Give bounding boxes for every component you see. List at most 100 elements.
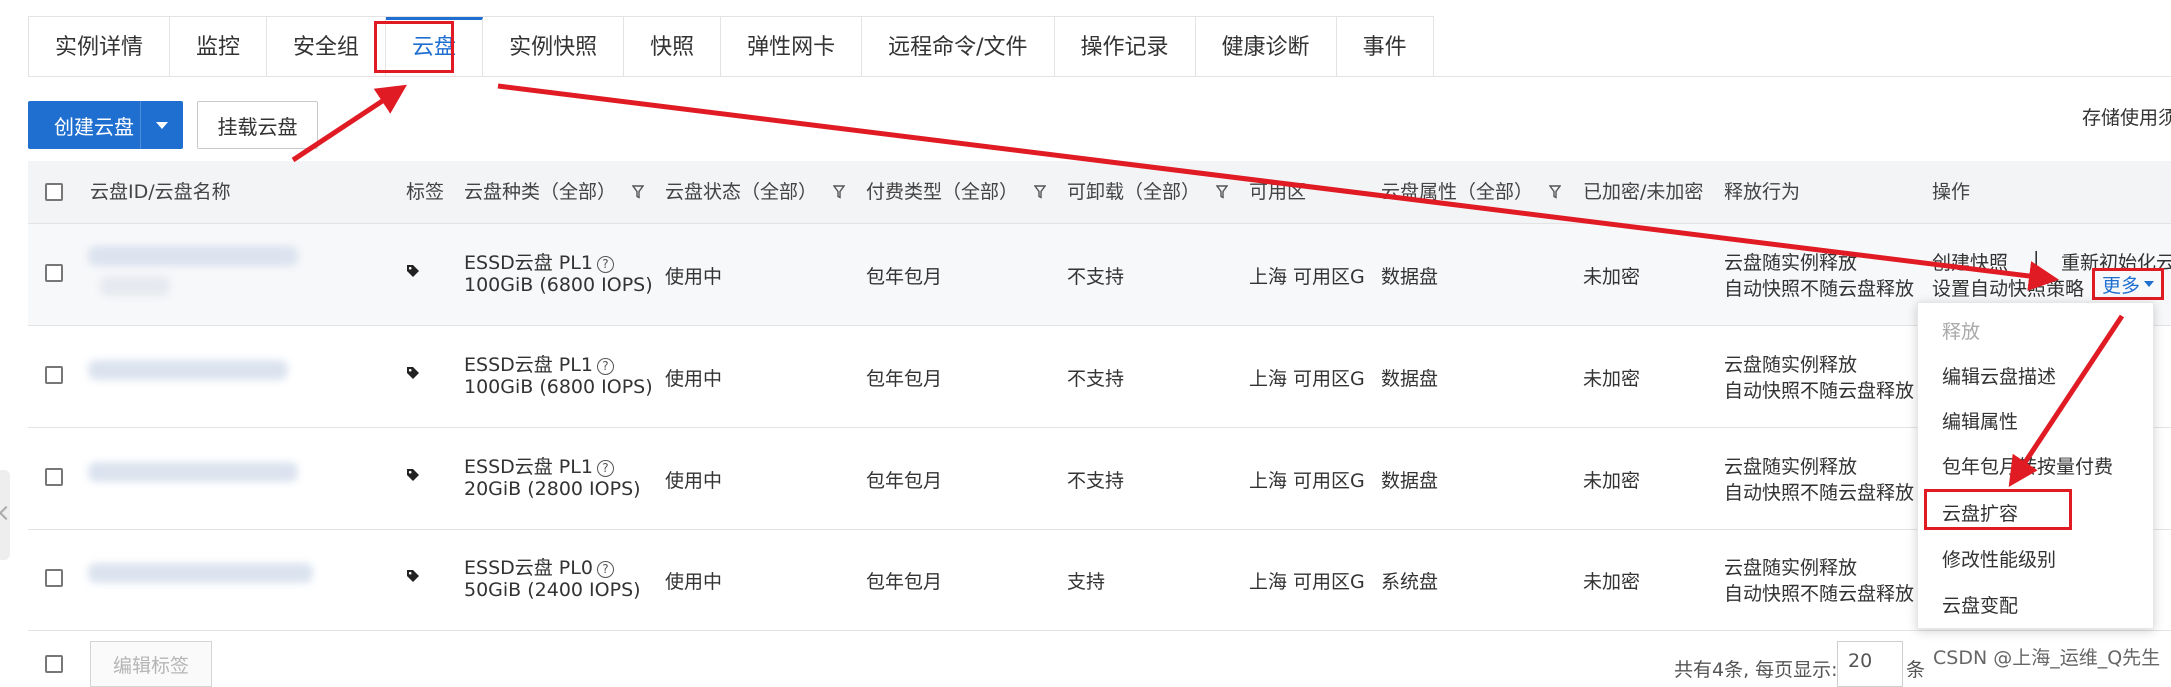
row-checkbox[interactable] (45, 264, 63, 282)
disk-attr: 数据盘 (1381, 266, 1439, 288)
edit-tags-button[interactable]: 编辑标签 (90, 641, 212, 687)
filter-icon[interactable] (1034, 185, 1047, 199)
menu-item-edit-attributes[interactable]: 编辑属性 (1942, 407, 2018, 434)
help-icon[interactable]: ? (596, 358, 614, 375)
release-behavior: 云盘随实例释放 (1724, 557, 1858, 579)
tab-snapshot[interactable]: 快照 (624, 17, 722, 77)
menu-item-change-config[interactable]: 云盘变配 (1942, 591, 2018, 618)
detachable: 不支持 (1067, 470, 1125, 492)
create-disk-dropdown-toggle[interactable] (140, 101, 183, 149)
tag-icon[interactable] (406, 569, 420, 583)
col-ops: 操作 (1932, 181, 1971, 203)
col-type[interactable]: 云盘种类（全部） (464, 161, 645, 223)
release-behavior: 云盘随实例释放 (1724, 252, 1858, 274)
tab-events[interactable]: 事件 (1337, 17, 1433, 77)
col-status[interactable]: 云盘状态（全部） (665, 161, 846, 223)
table-row: ESSD云盘 PL1? 20GiB (2800 IOPS) 使用中 包年包月 不… (28, 428, 2171, 530)
row-checkbox[interactable] (45, 366, 63, 384)
disk-attr: 数据盘 (1381, 368, 1439, 390)
table-row: ESSD云盘 PL0? 50GiB (2400 IOPS) 使用中 包年包月 支… (28, 529, 2171, 631)
tag-icon[interactable] (406, 468, 420, 482)
disk-type: ESSD云盘 PL1? (464, 452, 614, 479)
collapse-sidebar-handle[interactable] (0, 470, 10, 560)
detachable: 支持 (1067, 571, 1106, 593)
disk-spec: 20GiB (2800 IOPS) (464, 478, 641, 500)
disk-spec: 100GiB (6800 IOPS) (464, 376, 653, 398)
more-button[interactable]: 更多 (2092, 268, 2164, 300)
col-attr-label: 云盘属性（全部） (1381, 181, 1534, 203)
menu-item-modify-performance[interactable]: 修改性能级别 (1942, 545, 2056, 572)
tag-icon[interactable] (406, 264, 420, 278)
col-billing-label: 付费类型（全部） (866, 181, 1019, 203)
col-release: 释放行为 (1724, 181, 1801, 203)
snapshot-release-behavior: 自动快照不随云盘释放 (1724, 482, 1915, 504)
table-header: 云盘ID/云盘名称 标签 云盘种类（全部） 云盘状态（全部） 付费类型（全部） … (28, 161, 2171, 224)
menu-item-switch-billing[interactable]: 包年包月转按量付费 (1942, 452, 2113, 479)
storage-hint-link[interactable]: 存储使用须 (2082, 103, 2171, 130)
filter-icon[interactable] (1216, 185, 1229, 199)
zone: 上海 可用区G (1249, 571, 1365, 593)
help-icon[interactable]: ? (596, 256, 614, 273)
table-row: ESSD云盘 PL1? 100GiB (6800 IOPS) 使用中 包年包月 … (28, 224, 2171, 326)
tab-health-diagnosis[interactable]: 健康诊断 (1196, 17, 1337, 77)
help-icon[interactable]: ? (596, 561, 614, 578)
col-billing[interactable]: 付费类型（全部） (866, 161, 1047, 223)
col-id-name: 云盘ID/云盘名称 (90, 181, 231, 203)
tab-bar: 实例详情 监控 安全组 云盘 实例快照 快照 弹性网卡 远程命令/文件 操作记录… (28, 16, 1434, 77)
col-attr[interactable]: 云盘属性（全部） (1381, 161, 1562, 223)
zone: 上海 可用区G (1249, 470, 1365, 492)
create-snapshot-link[interactable]: 创建快照 (1932, 248, 2008, 275)
status-badge: 使用中 (665, 266, 723, 288)
detachable: 不支持 (1067, 266, 1125, 288)
detachable: 不支持 (1067, 368, 1125, 390)
row-checkbox[interactable] (45, 468, 63, 486)
tab-instance-details[interactable]: 实例详情 (29, 17, 171, 77)
filter-icon[interactable] (833, 185, 846, 199)
snapshot-release-behavior: 自动快照不随云盘释放 (1724, 380, 1915, 402)
tab-eni[interactable]: 弹性网卡 (721, 17, 863, 77)
chevron-down-icon (2144, 281, 2154, 287)
tag-icon[interactable] (406, 366, 420, 380)
disk-type-name: ESSD云盘 PL1 (464, 252, 593, 274)
disk-type-name: ESSD云盘 PL0 (464, 557, 593, 579)
menu-item-release[interactable]: 释放 (1942, 317, 1980, 344)
tab-remote-command[interactable]: 远程命令/文件 (862, 17, 1055, 77)
encrypt-state: 未加密 (1583, 368, 1641, 390)
filter-icon[interactable] (1549, 185, 1562, 199)
disk-attr: 系统盘 (1381, 571, 1439, 593)
tab-operation-log[interactable]: 操作记录 (1055, 17, 1196, 77)
create-disk-label: 创建云盘 (54, 114, 134, 139)
zone: 上海 可用区G (1249, 368, 1365, 390)
disk-type-name: ESSD云盘 PL1 (464, 456, 593, 478)
col-detachable-label: 可卸载（全部） (1067, 181, 1201, 203)
snapshot-release-behavior: 自动快照不随云盘释放 (1724, 583, 1915, 605)
help-icon[interactable]: ? (596, 460, 614, 477)
release-behavior: 云盘随实例释放 (1724, 456, 1858, 478)
col-encrypt: 已加密/未加密 (1583, 181, 1704, 203)
page-size-select[interactable]: 20 (1837, 641, 1903, 687)
disk-type: ESSD云盘 PL1? (464, 350, 614, 377)
select-all-checkbox[interactable] (45, 183, 63, 201)
disk-name-redacted (100, 276, 170, 296)
tab-monitoring[interactable]: 监控 (170, 17, 268, 77)
status-badge: 使用中 (665, 470, 723, 492)
tab-security-group[interactable]: 安全组 (267, 17, 387, 77)
col-status-label: 云盘状态（全部） (665, 181, 818, 203)
tab-cloud-disk-highlight (374, 21, 454, 73)
mount-disk-button[interactable]: 挂载云盘 (197, 101, 318, 149)
filter-icon[interactable] (632, 185, 645, 199)
tab-instance-snapshot[interactable]: 实例快照 (483, 17, 625, 77)
col-type-label: 云盘种类（全部） (464, 181, 617, 203)
resize-disk-highlight (1924, 489, 2072, 530)
disk-id-redacted (88, 563, 313, 583)
encrypt-state: 未加密 (1583, 266, 1641, 288)
col-detachable[interactable]: 可卸载（全部） (1067, 161, 1229, 223)
tab-divider (28, 76, 2171, 77)
create-disk-button[interactable]: 创建云盘 (28, 101, 183, 149)
page-size-unit: 条 (1906, 659, 1926, 681)
footer-select-all-checkbox[interactable] (45, 655, 63, 673)
menu-item-edit-description[interactable]: 编辑云盘描述 (1942, 362, 2056, 389)
col-zone: 可用区 (1249, 181, 1307, 203)
row-checkbox[interactable] (45, 569, 63, 587)
auto-snapshot-policy-link[interactable]: 设置自动快照策略 (1932, 274, 2084, 301)
